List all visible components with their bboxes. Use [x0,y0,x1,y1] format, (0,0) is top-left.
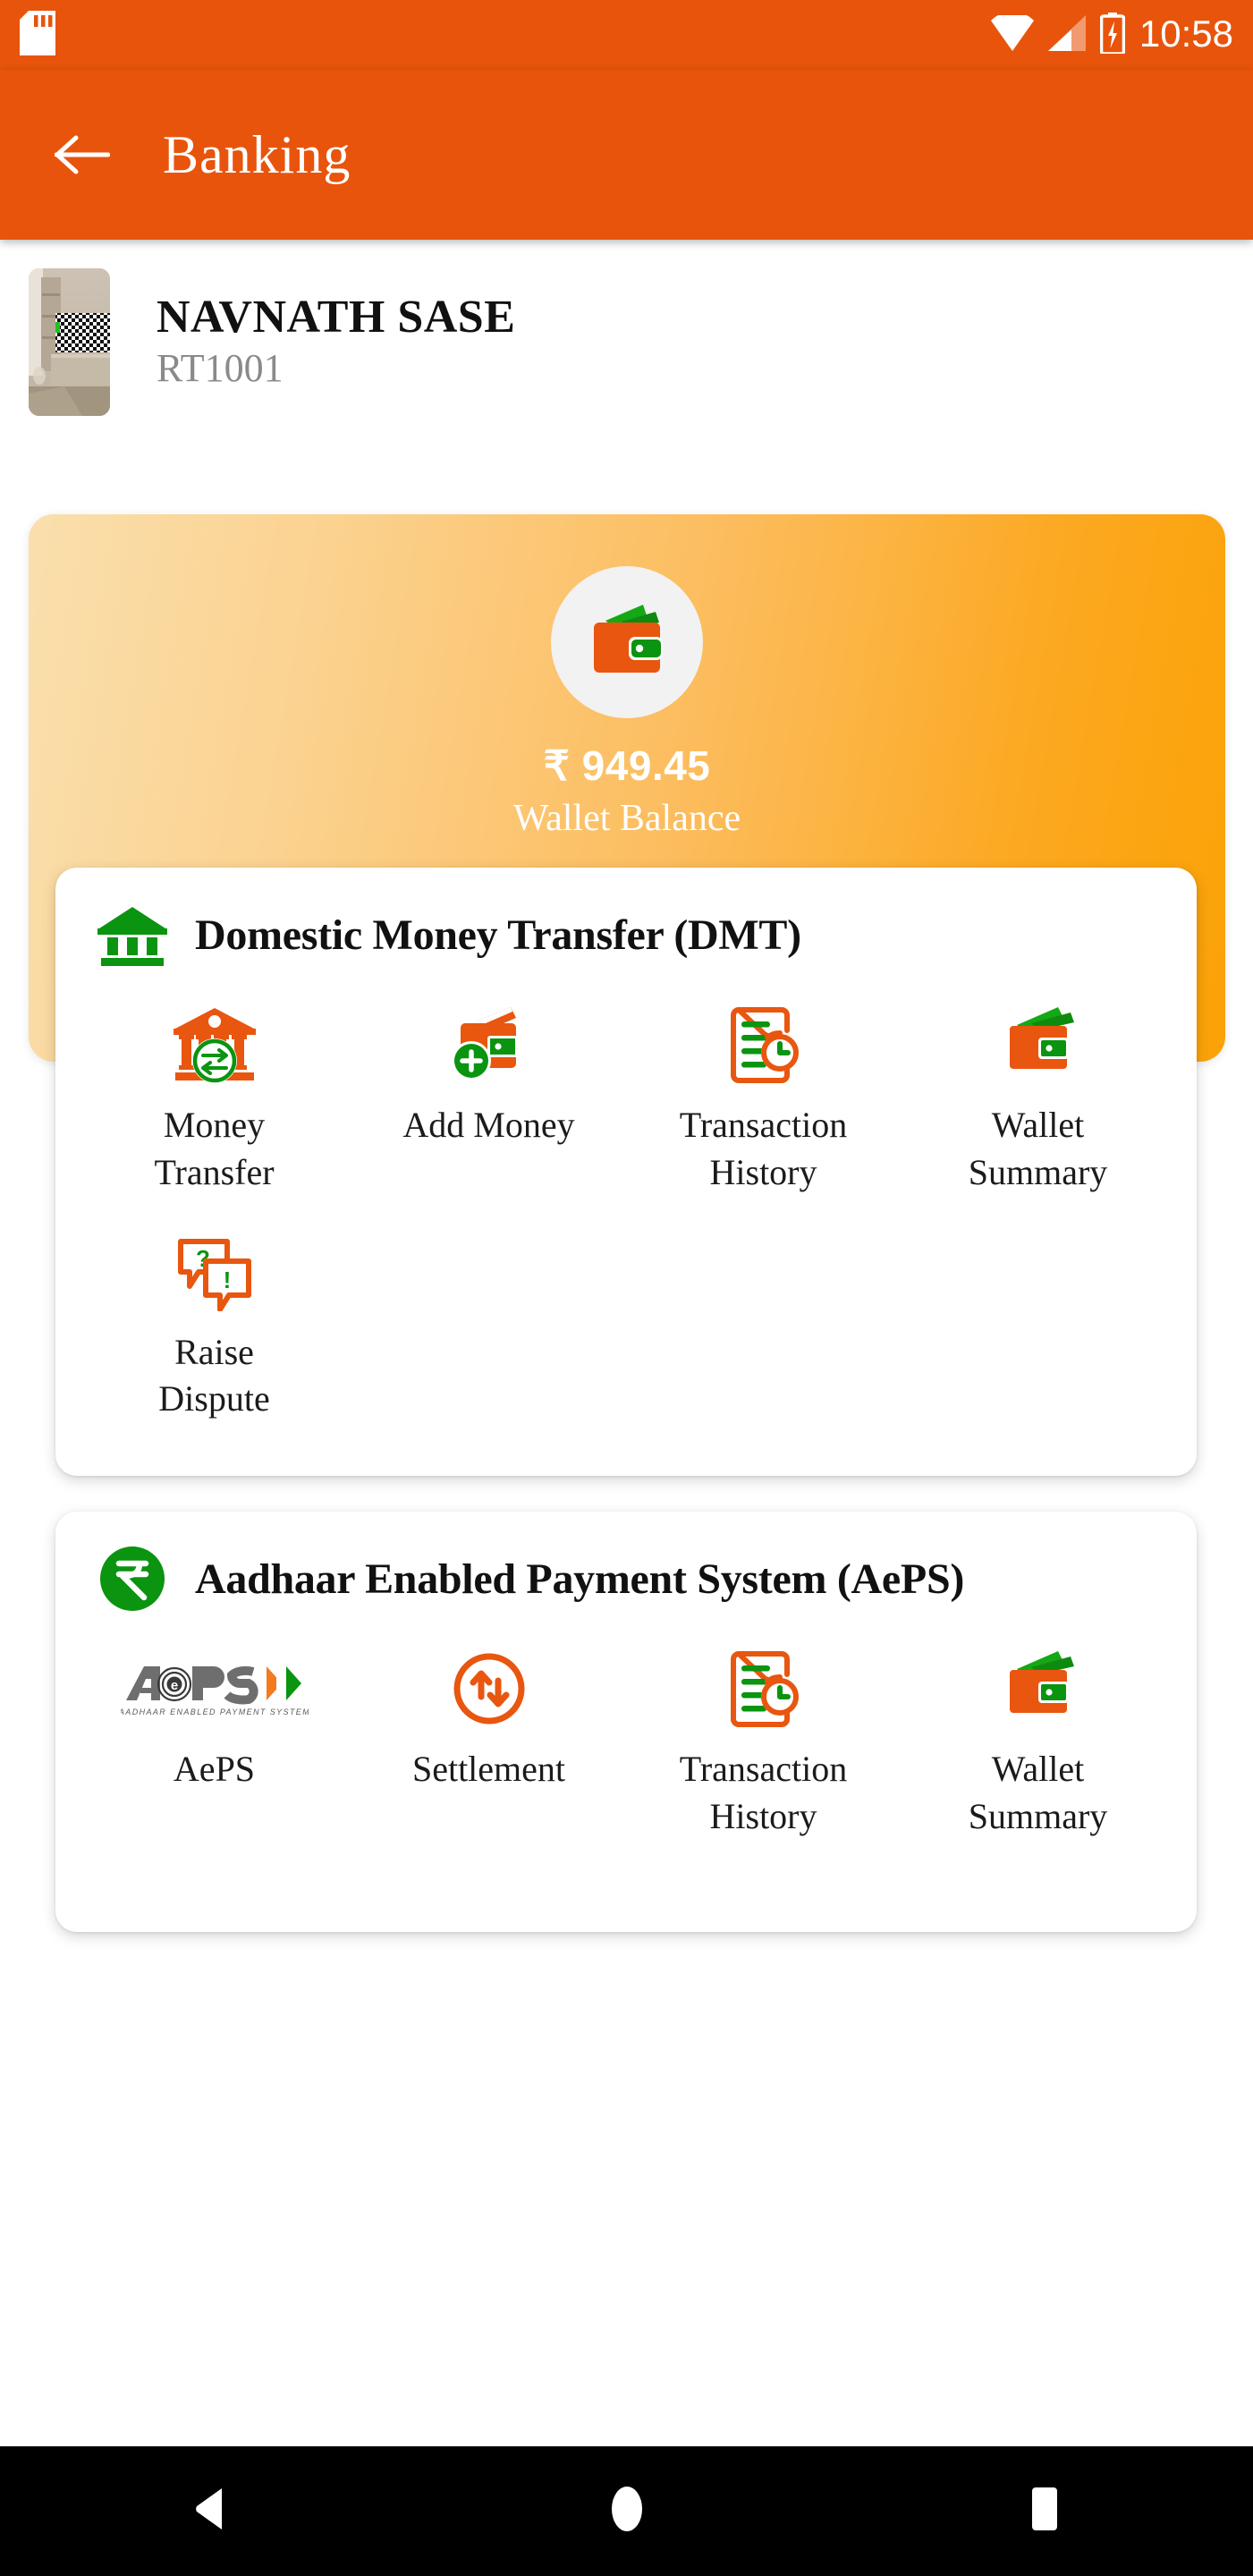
status-bar-left-icons [20,10,55,60]
transaction-history-icon [721,1002,807,1088]
raise-dispute-icon: ? ! [172,1229,258,1315]
grid-label-transaction-history-dmt: Transaction History [679,1105,848,1192]
wallet-icon [582,599,672,686]
wallet-balance-amount: ₹ 949.45 [543,742,711,789]
wallet-summary-icon [995,1002,1081,1088]
status-bar-clock: 10:58 [1139,13,1233,55]
settlement-icon [446,1646,532,1732]
profile-row[interactable]: NAVNATH SASE RT1001 [0,252,1253,431]
dmt-section-card: Domestic Money Transfer (DMT) Money Tran… [55,868,1197,1476]
dmt-section-header: Domestic Money Transfer (DMT) [55,868,1197,966]
app-screen: 10:58 Banking NAVNATH SASE RT1001 ₹ 949.… [0,0,1253,2576]
svg-text:AADHAAR ENABLED PAYMENT SYSTEM: AADHAAR ENABLED PAYMENT SYSTEM [121,1707,309,1716]
rupee-circle-icon [95,1541,170,1616]
dmt-section-title: Domestic Money Transfer (DMT) [195,911,801,959]
page-title: Banking [163,124,351,184]
aeps-logo-icon: e AADHAAR ENABLED PAYMENT SYSTEM [118,1646,310,1732]
android-navigation-bar [0,2446,1253,2576]
profile-text: NAVNATH SASE RT1001 [157,292,515,392]
grid-item-settlement[interactable]: Settlement [351,1623,626,1850]
cellular-signal-icon [1047,14,1086,55]
back-triangle-icon [190,2487,229,2536]
grid-item-transaction-history-dmt[interactable]: Transaction History [626,979,901,1206]
status-bar: 10:58 [0,0,1253,70]
aeps-section-card: Aadhaar Enabled Payment System (AePS) e [55,1512,1197,1932]
grid-label-aeps: AePS [173,1749,256,1789]
grid-item-raise-dispute[interactable]: ? ! Raise Dispute [77,1206,351,1433]
nav-recents-button[interactable] [973,2467,1116,2556]
avatar[interactable] [29,267,110,416]
grid-label-settlement: Settlement [411,1749,566,1789]
grid-item-wallet-summary-dmt[interactable]: Wallet Summary [901,979,1175,1206]
grid-label-money-transfer: Money Transfer [154,1105,275,1192]
grid-item-wallet-summary-aeps[interactable]: Wallet Summary [901,1623,1175,1850]
dmt-grid: Money Transfer Add Money Transaction His… [55,966,1197,1432]
aeps-grid: e AADHAAR ENABLED PAYMENT SYSTEM AePS Se… [55,1610,1197,1850]
wallet-card-content: ₹ 949.45 Wallet Balance [29,566,1225,840]
back-button[interactable] [39,112,125,198]
add-money-wallet-icon [446,1002,532,1088]
grid-item-transaction-history-aeps[interactable]: Transaction History [626,1623,901,1850]
sd-card-icon [20,10,55,60]
avatar-photo [29,267,110,416]
nav-home-button[interactable] [555,2467,698,2556]
wallet-balance-label: Wallet Balance [512,798,741,839]
grid-label-wallet-summary-aeps: Wallet Summary [968,1749,1108,1836]
bank-icon [95,897,170,972]
transaction-history-icon [721,1646,807,1732]
grid-item-aeps[interactable]: e AADHAAR ENABLED PAYMENT SYSTEM AePS [77,1623,351,1850]
grid-label-transaction-history-aeps: Transaction History [679,1749,848,1836]
profile-name: NAVNATH SASE [157,291,516,343]
svg-text:!: ! [223,1267,231,1293]
battery-charging-icon [1099,12,1126,58]
svg-text:e: e [170,1678,177,1693]
profile-id: RT1001 [157,345,284,390]
recents-square-icon [1029,2486,1061,2537]
home-circle-icon [607,2486,647,2537]
aeps-section-title: Aadhaar Enabled Payment System (AePS) [195,1555,965,1603]
wifi-icon [990,11,1034,55]
grid-item-money-transfer[interactable]: Money Transfer [77,979,351,1206]
wallet-icon-badge [551,566,703,718]
money-transfer-icon [172,1002,258,1088]
app-bar: Banking [0,70,1253,240]
grid-label-raise-dispute: Raise Dispute [158,1331,270,1419]
wallet-summary-icon [995,1646,1081,1732]
grid-label-add-money: Add Money [402,1105,575,1145]
grid-label-wallet-summary-dmt: Wallet Summary [968,1105,1108,1192]
aeps-section-header: Aadhaar Enabled Payment System (AePS) [55,1512,1197,1611]
grid-item-add-money[interactable]: Add Money [351,979,626,1206]
status-bar-right-icons: 10:58 [990,11,1233,58]
nav-back-button[interactable] [138,2467,281,2556]
